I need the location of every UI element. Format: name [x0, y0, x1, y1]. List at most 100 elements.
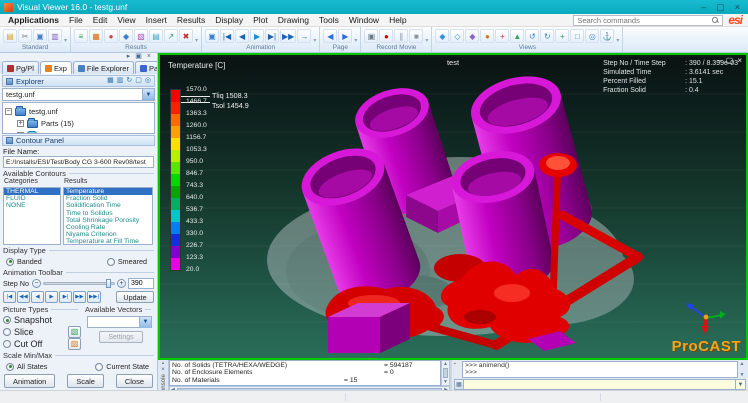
scroll-up-icon[interactable]: ▲	[443, 361, 448, 367]
cutoff-tool-icon[interactable]: ▨	[68, 338, 81, 350]
rewind-button[interactable]: ◀◀	[17, 291, 30, 303]
next-page-icon[interactable]: ▶	[338, 29, 352, 43]
menu-item-display[interactable]: Display	[210, 15, 248, 25]
fit-view-icon[interactable]: ◎	[585, 29, 599, 43]
close-button[interactable]: Close	[116, 374, 153, 388]
picture-type-radio[interactable]	[3, 328, 11, 336]
menu-item-view[interactable]: View	[112, 15, 140, 25]
tree-mode-icon[interactable]: ▦	[107, 76, 114, 86]
category-item-fluid[interactable]: FLUID	[4, 195, 60, 202]
window-close-button[interactable]: ×	[735, 0, 740, 14]
sphere-result-icon[interactable]: ●	[104, 29, 118, 43]
last-step-button[interactable]: ▶▶|	[87, 291, 101, 303]
panel-close-icon[interactable]: ×	[147, 53, 151, 61]
play-icon[interactable]: ▶	[250, 29, 264, 43]
scroll-up-icon[interactable]: ▲	[740, 361, 745, 367]
chevron-down-icon[interactable]: ▼	[139, 317, 151, 328]
toolbar-group-overflow-icon[interactable]: ▾	[64, 37, 67, 44]
step-back-button[interactable]: ◀	[31, 291, 44, 303]
anchor-icon[interactable]: ⚓	[600, 29, 614, 43]
step-input[interactable]	[128, 278, 154, 289]
fast-forward-button[interactable]: ▶▶	[73, 291, 86, 303]
tab-exp[interactable]: Exp	[40, 61, 72, 74]
picture-type-slice[interactable]: Slice▧	[3, 326, 81, 338]
toolbar-group-overflow-icon[interactable]: ▾	[354, 37, 357, 44]
menu-item-window[interactable]: Window	[344, 15, 384, 25]
sort-mode-icon[interactable]: ▥	[117, 76, 124, 86]
toolbar-group-overflow-icon[interactable]: ▾	[425, 37, 428, 44]
search-box[interactable]	[573, 15, 723, 26]
palette-icon[interactable]: ▧	[134, 29, 148, 43]
contour-levels-icon[interactable]: ≡	[74, 29, 88, 43]
console-vertical-scrollbar[interactable]: ▲ ▼	[441, 360, 450, 386]
step-decrement-button[interactable]: −	[32, 279, 41, 288]
first-step-button[interactable]: |◀	[3, 291, 16, 303]
paste-icon[interactable]: ▥	[48, 29, 62, 43]
next-frame-icon[interactable]: ▶|	[265, 29, 279, 43]
cut-icon[interactable]: ✂	[18, 29, 32, 43]
scale-button[interactable]: Scale	[67, 374, 104, 388]
scale-option-current-state[interactable]: Current State	[95, 362, 149, 371]
search-input[interactable]	[574, 16, 712, 25]
picture-type-snapshot[interactable]: Snapshot	[3, 314, 81, 326]
chevron-down-icon[interactable]: ▼	[736, 379, 746, 390]
command-input[interactable]	[464, 379, 736, 390]
result-item-temperature-at-fill-time[interactable]: Temperature at Fill Time	[64, 238, 152, 245]
first-frame-icon[interactable]: |◀	[220, 29, 234, 43]
rotate-left-icon[interactable]: ↺	[525, 29, 539, 43]
step-increment-button[interactable]: +	[117, 279, 126, 288]
menu-item-drawing[interactable]: Drawing	[273, 15, 314, 25]
display-type-option-smeared[interactable]: Smeared	[107, 257, 147, 266]
result-item-niyama-criterion[interactable]: Niyama Criterion	[64, 231, 152, 238]
record-icon[interactable]: ●	[379, 29, 393, 43]
update-button[interactable]: Update	[116, 291, 154, 303]
history-scrollbar[interactable]: ▲ ▼	[738, 361, 746, 378]
side-view-icon[interactable]: ◆	[465, 29, 479, 43]
menu-item-results[interactable]: Results	[172, 15, 210, 25]
export-animation-icon[interactable]: →	[297, 29, 311, 43]
step-slider-thumb[interactable]	[106, 279, 111, 288]
menu-item-help[interactable]: Help	[384, 15, 411, 25]
display-type-option-banded[interactable]: Banded	[6, 257, 42, 266]
tree-item-parts15[interactable]: +Parts (15)	[5, 117, 152, 129]
panel-restore-icon[interactable]: ▣	[135, 53, 142, 61]
scroll-thumb[interactable]	[443, 368, 448, 378]
refresh-icon[interactable]: ↻	[126, 76, 132, 86]
search-icon[interactable]	[712, 17, 719, 24]
tab-part[interactable]: Part	[135, 61, 158, 74]
pause-icon[interactable]: ∥	[394, 29, 408, 43]
tree-item-measure[interactable]: +Measure	[5, 129, 152, 134]
axis-cross-icon[interactable]: +	[495, 29, 509, 43]
tree-expander[interactable]: −	[5, 108, 12, 115]
step-forward-button[interactable]: ▶|	[59, 291, 72, 303]
viewport-close-button[interactable]: ×	[737, 56, 742, 65]
menu-item-file[interactable]: File	[64, 15, 88, 25]
rotate-right-icon[interactable]: ↻	[540, 29, 554, 43]
menu-item-tools[interactable]: Tools	[314, 15, 344, 25]
scale-option-all-states[interactable]: All States	[6, 362, 47, 371]
animation-button[interactable]: Animation	[4, 374, 55, 388]
history-icon[interactable]: ▪	[454, 361, 456, 367]
toolbar-group-overflow-icon[interactable]: ▾	[313, 37, 316, 44]
tree-expander[interactable]: +	[17, 120, 24, 127]
play-button[interactable]: ▶	[45, 291, 58, 303]
command-history[interactable]: >>> animend()>>>	[462, 361, 738, 378]
panel-float-icon[interactable]: ▸	[127, 53, 131, 61]
menu-item-applications[interactable]: Applications	[3, 15, 64, 25]
new-doc-icon[interactable]: ▢	[135, 76, 142, 86]
menu-item-plot[interactable]: Plot	[248, 15, 273, 25]
pan-icon[interactable]: +	[555, 29, 569, 43]
vectors-icon[interactable]: ↗	[164, 29, 178, 43]
result-item-fraction-solid[interactable]: Fraction Solid	[64, 195, 152, 202]
toolbar-group-overflow-icon[interactable]: ▾	[616, 37, 619, 44]
vectors-combo[interactable]: ▼	[87, 316, 152, 328]
command-mode-icon[interactable]: ▦	[454, 379, 464, 390]
tree-expander[interactable]: +	[17, 132, 24, 134]
scroll-down-icon[interactable]: ▼	[740, 372, 745, 378]
settings-button[interactable]: Settings	[99, 331, 143, 343]
viewport-3d[interactable]: test – ▢ × Temperature [C] 1570.01466.71…	[158, 53, 748, 360]
picture-type-cut-off[interactable]: Cut Off▨	[3, 338, 81, 350]
result-item-solidification-time[interactable]: Solidification Time	[64, 202, 152, 209]
last-frame-icon[interactable]: ▶▶	[280, 29, 296, 43]
camera-icon[interactable]: ▣	[364, 29, 378, 43]
